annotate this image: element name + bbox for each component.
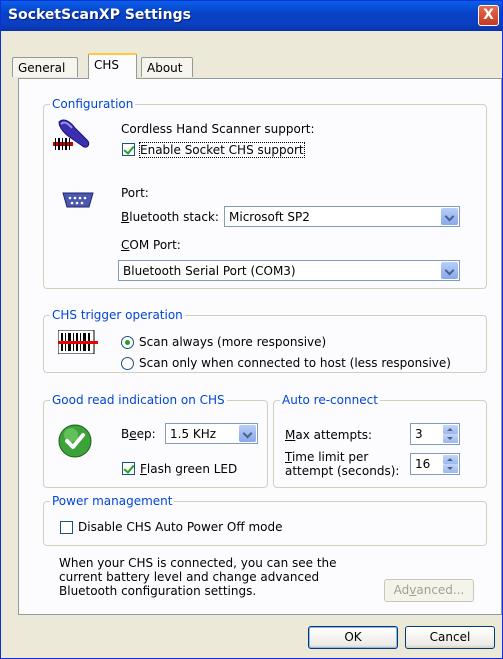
- spin-up-icon[interactable]: [443, 455, 458, 464]
- max-attempts-value: 3: [415, 427, 423, 441]
- configuration-group: Configuration Cordless Hand Scanner supp…: [43, 97, 487, 289]
- bluetooth-stack-select[interactable]: Microsoft SP2: [224, 206, 460, 227]
- auto-reconnect-group-label: Auto re-connect: [280, 393, 380, 407]
- info-text-line3: Bluetooth configuration settings.: [59, 584, 257, 598]
- time-limit-spinner[interactable]: 16: [410, 453, 460, 475]
- tab-general[interactable]: General: [12, 57, 78, 77]
- com-port-label: COM Port:: [121, 238, 181, 252]
- com-port-select[interactable]: Bluetooth Serial Port (COM3): [118, 260, 460, 281]
- spin-down-icon[interactable]: [443, 464, 458, 473]
- info-text-line2: current battery level and change advance…: [59, 570, 320, 584]
- hand-scanner-icon: [53, 118, 93, 157]
- time-limit-label-line1: Time limit per: [285, 450, 369, 464]
- chevron-down-icon[interactable]: [239, 425, 256, 442]
- window-title: SocketScanXP Settings: [8, 7, 191, 23]
- tab-chs-label: CHS: [94, 58, 120, 72]
- power-group-label: Power management: [50, 494, 175, 508]
- flash-led-checkbox[interactable]: [122, 462, 135, 475]
- time-limit-value: 16: [415, 457, 431, 471]
- auto-reconnect-group: Auto re-connect Max attempts: 3 Time lim…: [273, 393, 487, 488]
- enable-chs-label[interactable]: Enable Socket CHS support: [139, 142, 305, 158]
- port-label: Port:: [121, 186, 149, 200]
- enable-chs-checkbox[interactable]: [122, 143, 135, 156]
- tab-general-label: General: [18, 61, 66, 75]
- scan-connected-radio[interactable]: [121, 357, 134, 370]
- max-attempts-spinner[interactable]: 3: [410, 423, 460, 445]
- disable-power-off-checkbox[interactable]: [60, 521, 73, 534]
- ok-button[interactable]: OK: [308, 626, 398, 649]
- barcode-icon: [57, 329, 98, 357]
- spin-up-icon[interactable]: [443, 425, 458, 434]
- close-button[interactable]: X: [478, 5, 499, 26]
- green-check-icon: [58, 424, 92, 461]
- tab-about-label: About: [147, 61, 183, 75]
- time-limit-label-line2: attempt (seconds):: [285, 464, 400, 478]
- power-group: Power management Disable CHS Auto Power …: [43, 494, 487, 546]
- tab-panel: Configuration Cordless Hand Scanner supp…: [18, 78, 502, 615]
- beep-label: Beep:: [121, 427, 156, 441]
- close-icon: X: [483, 7, 494, 23]
- trigger-group-label: CHS trigger operation: [50, 308, 185, 322]
- trigger-group: CHS trigger operation Scan always (more …: [43, 308, 487, 373]
- info-text-line1: When your CHS is connected, you can see …: [59, 556, 337, 570]
- chevron-down-icon[interactable]: [441, 262, 458, 279]
- flash-led-label[interactable]: Flash green LED: [140, 462, 237, 476]
- scanner-support-label: Cordless Hand Scanner support:: [121, 122, 315, 136]
- beep-select[interactable]: 1.5 KHz: [165, 423, 258, 444]
- configuration-group-label: Configuration: [50, 97, 136, 111]
- tab-chs[interactable]: CHS: [88, 53, 137, 79]
- scan-always-label[interactable]: Scan always (more responsive): [139, 335, 326, 349]
- spin-down-icon[interactable]: [443, 434, 458, 443]
- good-read-group-label: Good read indication on CHS: [50, 393, 227, 407]
- scan-always-radio[interactable]: [121, 336, 134, 349]
- tab-about[interactable]: About: [141, 57, 193, 77]
- cancel-button-label: Cancel: [429, 630, 471, 644]
- ok-button-label: OK: [344, 630, 362, 644]
- serial-port-icon: [62, 191, 94, 212]
- com-port-value: Bluetooth Serial Port (COM3): [123, 264, 296, 278]
- advanced-button-label: Advanced...: [393, 583, 465, 597]
- chevron-down-icon[interactable]: [441, 208, 458, 225]
- settings-window: SocketScanXP Settings X General CHS Abou…: [0, 0, 503, 659]
- cancel-button[interactable]: Cancel: [405, 626, 495, 649]
- scan-connected-label[interactable]: Scan only when connected to host (less r…: [139, 356, 451, 370]
- bluetooth-stack-label: Bluetooth stack:: [121, 210, 219, 224]
- max-attempts-label: Max attempts:: [285, 428, 373, 442]
- bluetooth-stack-value: Microsoft SP2: [229, 210, 310, 224]
- title-bar[interactable]: SocketScanXP Settings X: [1, 1, 502, 31]
- advanced-button[interactable]: Advanced...: [384, 579, 474, 602]
- good-read-group: Good read indication on CHS Beep: 1.5 KH…: [43, 393, 268, 488]
- disable-power-off-label[interactable]: Disable CHS Auto Power Off mode: [78, 520, 283, 534]
- beep-value: 1.5 KHz: [170, 427, 217, 441]
